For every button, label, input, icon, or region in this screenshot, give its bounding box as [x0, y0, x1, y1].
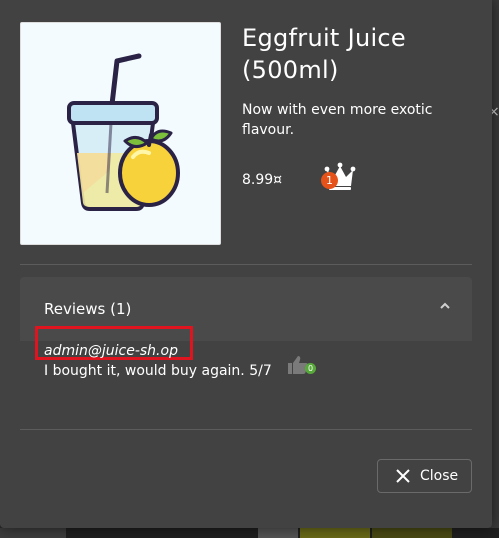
bottom-divider	[20, 429, 472, 430]
juice-cup-with-eggfruit-icon	[67, 53, 180, 211]
crown-count-badge: 1	[321, 172, 338, 189]
product-title: Eggfruit Juice (500ml)	[242, 24, 406, 84]
chevron-up-icon	[440, 302, 450, 309]
close-button[interactable]: Close	[377, 459, 472, 493]
like-count-badge: 0	[305, 363, 316, 374]
product-details-dialog: Eggfruit Juice (500ml) Now with even mor…	[0, 0, 492, 528]
close-icon	[396, 469, 410, 483]
reviews-header-label: Reviews (1)	[44, 300, 132, 318]
review-author: admin@juice-sh.op	[44, 343, 178, 359]
product-description: Now with even more exotic flavour.	[242, 102, 433, 138]
product-image	[20, 22, 221, 245]
like-review-button[interactable]: 0	[287, 355, 319, 379]
deluxe-crown-indicator: 1	[321, 160, 359, 192]
review-text: I bought it, would buy again. 5/7	[44, 363, 272, 379]
product-price: 8.99¤	[242, 172, 283, 188]
background-page-strip	[0, 528, 499, 538]
close-button-label: Close	[420, 468, 459, 484]
top-divider	[20, 264, 472, 265]
